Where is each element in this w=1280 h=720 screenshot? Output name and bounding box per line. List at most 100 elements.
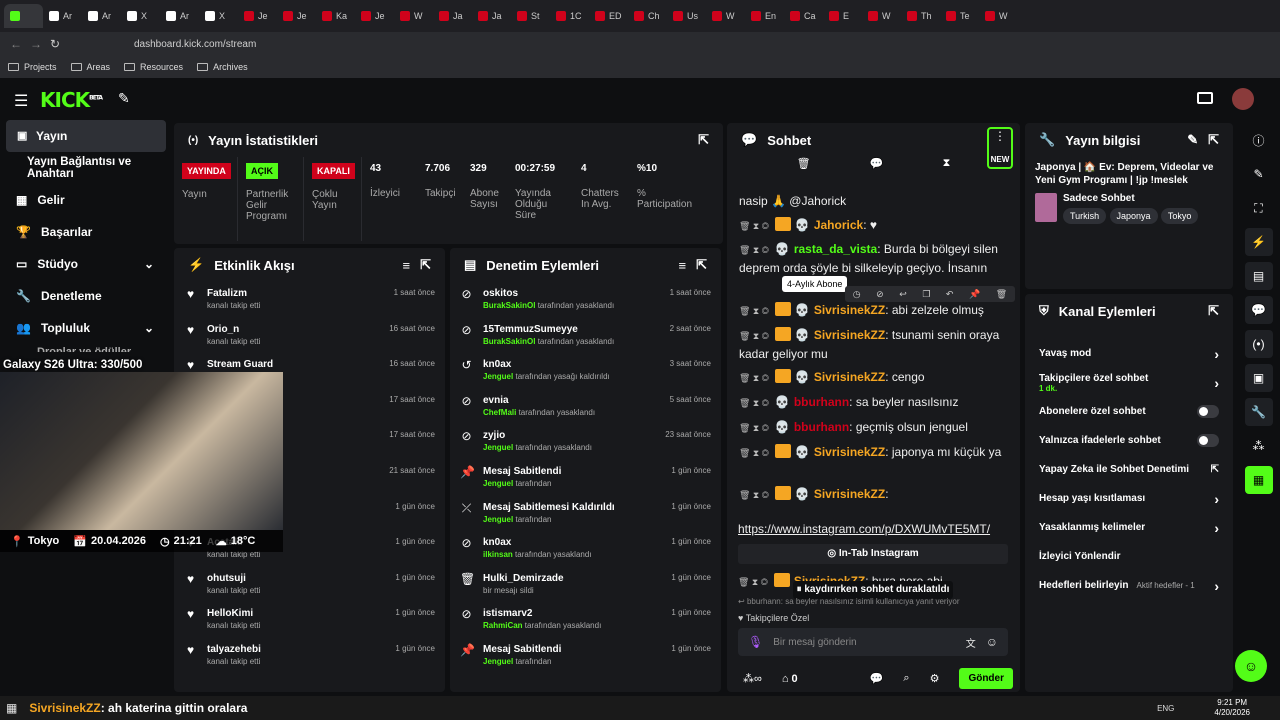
activity-username[interactable]: ohutsuji [207,573,260,584]
microphone-icon[interactable]: 🎙 [748,635,763,649]
chat-username[interactable]: SivrisinekZZ [814,303,885,317]
popout-icon[interactable]: ⇱ [420,257,431,273]
activity-username[interactable]: HelloKimi [207,608,260,619]
moderation-target[interactable]: oskitos [483,288,614,299]
browser-tab[interactable]: Je [277,4,316,28]
pin-icon[interactable]: 📌 [969,289,980,300]
moderation-target[interactable]: kn0ax [483,537,592,548]
nav-stream-key[interactable]: Yayın Bağlantısı ve Anahtarı [0,152,172,184]
gift-icon[interactable]: ⌂ 0 [782,673,798,685]
activity-username[interactable]: Orio_n [207,324,260,335]
nav-basarilar[interactable]: 🏆 Başarılar [0,216,172,248]
browser-tab[interactable]: W [394,4,433,28]
browser-tab[interactable]: Ch [628,4,667,28]
chat-username[interactable]: bburhann [794,420,849,434]
emoji-icon[interactable]: ☺ [986,635,998,649]
filter-icon[interactable]: ≡ [679,258,687,273]
browser-tab[interactable]: E [823,4,862,28]
browser-tab[interactable]: Ja [433,4,472,28]
bookmark-archives[interactable]: Archives [197,62,248,72]
camera-icon[interactable]: ⛶ [1245,194,1273,222]
chat-username[interactable]: SivrisinekZZ [814,370,885,384]
moderation-target[interactable]: Mesaj Sabitlendi [483,466,561,477]
popout-icon[interactable]: ⇱ [1208,132,1219,148]
wrench-icon[interactable]: 🔧 [1244,398,1273,426]
toggle-switch[interactable] [1197,405,1219,418]
browser-tab[interactable]: Je [238,4,277,28]
browser-tab[interactable]: W [862,4,901,28]
channel-action[interactable]: Yapay Zeka ile Sohbet Denetimi ⇱ [1025,455,1233,484]
chat-username[interactable]: bburhann [794,395,849,409]
channel-action[interactable]: Yalnızca ifadelerle sohbet [1025,426,1233,455]
browser-tab[interactable]: W [979,4,1018,28]
popout-icon[interactable]: ⇱ [1208,303,1219,319]
chat-username[interactable]: SivrisinekZZ [814,328,885,342]
system-clock[interactable]: 9:21 PM 4/20/2026 [1214,698,1250,718]
filter-icon[interactable]: ≡ [403,258,411,273]
chat-menu-button[interactable]: ⋮ NEW [987,127,1013,169]
browser-tab[interactable]: X [199,4,238,28]
browser-tab[interactable]: Us [667,4,706,28]
chat-bubble-icon[interactable]: 💬 [870,157,884,177]
hourglass-icon[interactable]: ⧗ [943,157,951,177]
moderation-target[interactable]: kn0ax [483,359,610,370]
link-off-icon[interactable]: ⊘ [876,289,884,300]
chat-username[interactable]: SivrisinekZZ [814,487,885,501]
document-icon[interactable]: ▤ [1244,262,1273,290]
moderator-name[interactable]: ChefMali [483,408,516,417]
moderator-name[interactable]: BurakSakinOl [483,337,535,346]
channel-action[interactable]: Yavaş mod › [1025,339,1233,368]
channel-action[interactable]: Yasaklanmış kelimeler › [1025,513,1233,542]
browser-tab[interactable]: ED [589,4,628,28]
popout-icon[interactable]: ⇱ [698,132,709,148]
info-icon[interactable]: ⓘ [1245,126,1273,154]
browser-tab[interactable]: Ca [784,4,823,28]
moderator-name[interactable]: BurakSakinOl [483,301,535,310]
browser-tab[interactable]: X [121,4,160,28]
browser-tab[interactable]: En [745,4,784,28]
bookmark-resources[interactable]: Resources [124,62,183,72]
hamburger-menu-icon[interactable]: ☰ [14,91,28,111]
lightning-icon[interactable]: ⚡ [1244,228,1273,256]
channel-action[interactable]: Abonelere özel sohbet [1025,397,1233,426]
chat-username[interactable]: rasta_da_vista [794,242,877,256]
activity-username[interactable]: talyazehebi [207,644,261,655]
trash-icon[interactable]: 🗑 [797,157,811,177]
copy-icon[interactable]: ❐ [922,289,930,300]
gear-icon[interactable]: ⚙ [930,672,940,685]
moderator-name[interactable]: Jenguel [483,479,513,488]
broadcast-icon[interactable]: (•) [1244,330,1273,358]
avatar[interactable] [1232,88,1254,110]
edit-icon[interactable]: ✎ [1245,160,1273,188]
taskbar-app-icon[interactable]: ▦ [6,701,17,715]
support-chat-button[interactable]: ☺ [1235,650,1267,682]
translate-icon[interactable]: 文 [966,635,976,650]
nav-gelir[interactable]: ▦ Gelir [0,184,172,216]
points-icon[interactable]: ⁂∞ [743,672,762,685]
moderation-target[interactable]: Hulki_Demirzade [483,573,564,584]
chat-username[interactable]: Jahorick [814,218,863,232]
chat-icon[interactable]: 💬 [1244,296,1273,324]
channel-action[interactable]: Hedefleri belirleyin Aktif hedefler - 1 › [1025,571,1233,600]
channel-action[interactable]: Takipçilere özel sohbet 1 dk. › [1025,368,1233,397]
moderation-target[interactable]: evnia [483,395,595,406]
moderation-target[interactable]: 15TemmuzSumeyye [483,324,614,335]
moderation-target[interactable]: istismarv2 [483,608,601,619]
tools-icon[interactable]: ✎ [118,90,130,107]
browser-tab[interactable]: St [511,4,550,28]
instagram-link[interactable]: https://www.instagram.com/p/DXWUMvTE5MT/ [738,522,990,536]
browser-tab[interactable]: Ar [160,4,199,28]
chat-input[interactable]: 🎙 Bir mesaj gönderin 文 ☺ [738,628,1008,656]
send-button[interactable]: Gönder [959,668,1013,689]
tag[interactable]: Turkish [1063,208,1107,224]
tag[interactable]: Tokyo [1160,208,1199,224]
moderator-name[interactable]: Jenguel [483,372,513,381]
moderator-name[interactable]: ilkinsan [483,550,513,559]
studio-icon[interactable]: ▣ [1244,364,1273,392]
chat-username[interactable]: SivrisinekZZ [814,445,885,459]
chat-bubble-icon[interactable]: 💬 [870,672,884,685]
channel-action[interactable]: İzleyici Yönlendir [1025,542,1233,571]
browser-tab[interactable]: W [706,4,745,28]
moderation-target[interactable]: zyjio [483,430,592,441]
moderator-name[interactable]: RahmiCan [483,621,523,630]
